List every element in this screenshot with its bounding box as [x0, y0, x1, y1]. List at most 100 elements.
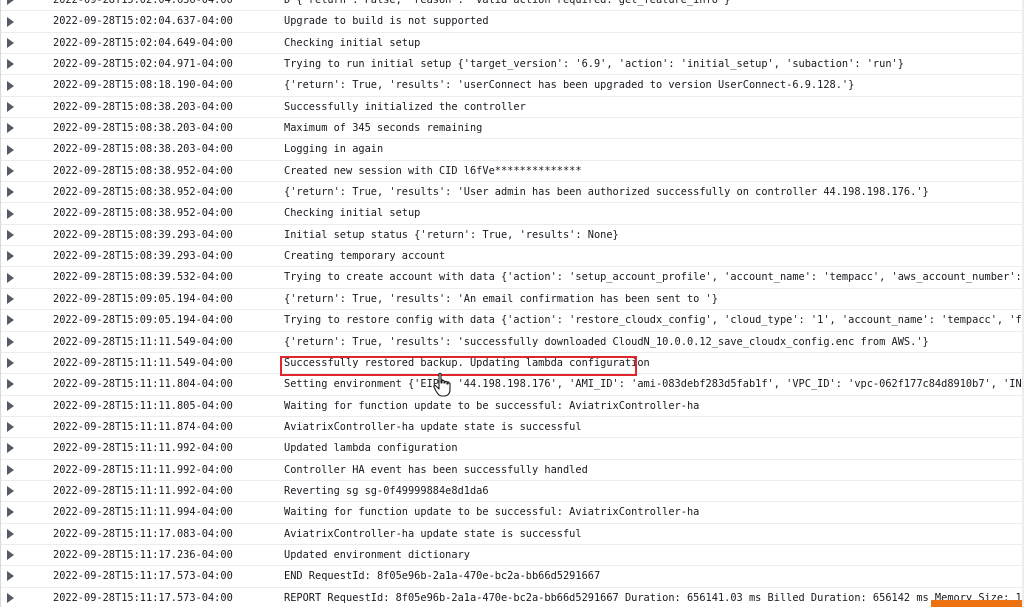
log-timestamp: 2022-09-28T15:11:11.994-04:00	[53, 506, 233, 519]
log-message: Setting environment {'EIP': '44.198.198.…	[284, 378, 1024, 391]
log-timestamp: 2022-09-28T15:11:11.992-04:00	[53, 442, 233, 455]
caret-right-icon[interactable]	[7, 272, 14, 283]
log-event-row[interactable]: 2022-09-28T15:11:11.804-04:00 Setting env…	[1, 374, 1024, 396]
scroll-indicator	[931, 600, 1024, 607]
log-message: {'return': True, 'results': 'successfull…	[284, 335, 929, 348]
caret-right-icon[interactable]	[7, 486, 14, 497]
log-rows: 2022-09-28T15:02:04.636-04:00 D {'return'…	[1, 0, 1024, 607]
log-event-row[interactable]: 2022-09-28T15:02:04.971-04:00 Trying to r…	[1, 54, 1024, 76]
log-message: Successfully restored backup. Updating l…	[284, 356, 650, 369]
log-timestamp: 2022-09-28T15:11:17.573-04:00	[53, 591, 233, 604]
log-timestamp: 2022-09-28T15:08:39.293-04:00	[53, 250, 233, 263]
log-timestamp: 2022-09-28T15:02:04.971-04:00	[53, 58, 233, 71]
log-timestamp: 2022-09-28T15:11:17.083-04:00	[53, 527, 233, 540]
caret-right-icon[interactable]	[7, 379, 14, 390]
log-event-row[interactable]: 2022-09-28T15:08:39.293-04:00 Initial set…	[1, 225, 1024, 247]
caret-right-icon[interactable]	[7, 59, 14, 70]
log-event-row[interactable]: 2022-09-28T15:11:11.994-04:00 Waiting for…	[1, 502, 1024, 524]
log-event-row[interactable]: 2022-09-28T15:11:17.573-04:00 REPORT Requ…	[1, 588, 1024, 607]
log-message: Updated environment dictionary	[284, 548, 470, 561]
caret-right-icon[interactable]	[7, 571, 14, 582]
log-event-row[interactable]: 2022-09-28T15:11:11.874-04:00 AviatrixCon…	[1, 417, 1024, 439]
caret-right-icon[interactable]	[7, 528, 14, 539]
caret-right-icon[interactable]	[7, 400, 14, 411]
caret-right-icon[interactable]	[7, 123, 14, 134]
caret-right-icon[interactable]	[7, 507, 14, 518]
log-event-row[interactable]: 2022-09-28T15:08:38.203-04:00 Logging in …	[1, 139, 1024, 161]
log-timestamp: 2022-09-28T15:08:38.203-04:00	[53, 122, 233, 135]
log-timestamp: 2022-09-28T15:11:17.573-04:00	[53, 570, 233, 583]
log-event-row[interactable]: 2022-09-28T15:08:38.952-04:00 Created new…	[1, 161, 1024, 183]
caret-right-icon[interactable]	[7, 443, 14, 454]
log-event-row[interactable]: 2022-09-28T15:11:11.992-04:00 Updated lam…	[1, 438, 1024, 460]
log-event-row[interactable]: 2022-09-28T15:08:38.952-04:00 {'return': …	[1, 182, 1024, 204]
log-message: END RequestId: 8f05e96b-2a1a-470e-bc2a-b…	[284, 570, 601, 583]
log-event-row[interactable]: 2022-09-28T15:11:11.549-04:00 {'return': …	[1, 332, 1024, 353]
log-timestamp: 2022-09-28T15:08:38.952-04:00	[53, 207, 233, 220]
log-event-row[interactable]: 2022-09-28T15:08:38.203-04:00 Successfull…	[1, 97, 1024, 119]
log-event-row[interactable]: 2022-09-28T15:11:11.992-04:00 Controller …	[1, 460, 1024, 481]
log-timestamp: 2022-09-28T15:08:38.203-04:00	[53, 143, 233, 156]
log-event-row[interactable]: 2022-09-28T15:08:38.952-04:00 Checking in…	[1, 203, 1024, 225]
caret-right-icon[interactable]	[7, 315, 14, 326]
log-event-row[interactable]: 2022-09-28T15:08:39.293-04:00 Creating te…	[1, 246, 1024, 268]
log-timestamp: 2022-09-28T15:02:04.636-04:00	[53, 0, 233, 6]
caret-right-icon[interactable]	[7, 80, 14, 91]
log-timestamp: 2022-09-28T15:09:05.194-04:00	[53, 314, 233, 327]
log-message: Creating temporary account	[284, 250, 446, 263]
log-message: Created new session with CID l6fVe******…	[284, 164, 582, 177]
log-message: AviatrixController-ha update state is su…	[284, 527, 582, 540]
caret-right-icon[interactable]	[7, 251, 14, 262]
log-timestamp: 2022-09-28T15:11:11.549-04:00	[53, 335, 233, 348]
log-message: {'return': True, 'results': 'User admin …	[284, 186, 929, 199]
log-message: Upgrade to build is not supported	[284, 15, 489, 28]
log-event-row[interactable]: 2022-09-28T15:11:17.236-04:00 Updated env…	[1, 545, 1024, 567]
log-event-row[interactable]: 2022-09-28T15:11:17.083-04:00 AviatrixCon…	[1, 524, 1024, 545]
caret-right-icon[interactable]	[7, 144, 14, 155]
caret-right-icon[interactable]	[7, 229, 14, 240]
caret-right-icon[interactable]	[7, 550, 14, 561]
caret-right-icon[interactable]	[7, 101, 14, 112]
caret-right-icon[interactable]	[7, 293, 14, 304]
log-message: AviatrixController-ha update state is su…	[284, 420, 582, 433]
log-message: Waiting for function update to be succes…	[284, 506, 700, 519]
log-event-row[interactable]: 2022-09-28T15:11:11.805-04:00 Waiting for…	[1, 396, 1024, 417]
log-event-row[interactable]: 2022-09-28T15:11:17.573-04:00 END Request…	[1, 566, 1024, 588]
log-event-row[interactable]: 2022-09-28T15:08:39.532-04:00 Trying to c…	[1, 267, 1024, 289]
log-event-row[interactable]: 2022-09-28T15:08:38.203-04:00 Maximum of …	[1, 118, 1024, 140]
log-event-row[interactable]: 2022-09-28T15:08:18.190-04:00 {'return': …	[1, 75, 1024, 97]
caret-right-icon[interactable]	[7, 37, 14, 48]
log-event-row[interactable]: 2022-09-28T15:02:04.637-04:00 Upgrade to …	[1, 11, 1024, 33]
log-event-row[interactable]: 2022-09-28T15:02:04.649-04:00 Checking in…	[1, 33, 1024, 55]
log-message: Maximum of 345 seconds remaining	[284, 122, 483, 135]
caret-right-icon[interactable]	[7, 0, 14, 6]
caret-right-icon[interactable]	[7, 422, 14, 433]
log-timestamp: 2022-09-28T15:11:11.992-04:00	[53, 463, 233, 476]
caret-right-icon[interactable]	[7, 16, 14, 27]
log-timestamp: 2022-09-28T15:11:11.874-04:00	[53, 420, 233, 433]
caret-right-icon[interactable]	[7, 592, 14, 603]
caret-right-icon[interactable]	[7, 187, 14, 198]
log-timestamp: 2022-09-28T15:11:11.805-04:00	[53, 399, 233, 412]
log-message: {'return': True, 'results': 'An email co…	[284, 292, 718, 305]
caret-right-icon[interactable]	[7, 358, 14, 369]
caret-right-icon[interactable]	[7, 208, 14, 219]
log-message: Updated lambda configuration	[284, 442, 458, 455]
log-event-row[interactable]: 2022-09-28T15:11:11.549-04:00 Successfull…	[1, 353, 1024, 375]
log-event-row[interactable]: 2022-09-28T15:02:04.636-04:00 D {'return'…	[1, 0, 1024, 12]
log-message: REPORT RequestId: 8f05e96b-2a1a-470e-bc2…	[284, 591, 1024, 604]
caret-right-icon[interactable]	[7, 336, 14, 347]
caret-right-icon[interactable]	[7, 464, 14, 475]
log-event-row[interactable]: 2022-09-28T15:09:05.194-04:00 {'return': …	[1, 289, 1024, 311]
caret-right-icon[interactable]	[7, 165, 14, 176]
log-timestamp: 2022-09-28T15:11:17.236-04:00	[53, 548, 233, 561]
log-message: Trying to restore config with data {'act…	[284, 314, 1024, 327]
log-event-row[interactable]: 2022-09-28T15:11:11.992-04:00 Reverting s…	[1, 481, 1024, 503]
log-timestamp: 2022-09-28T15:09:05.194-04:00	[53, 292, 233, 305]
log-message: Logging in again	[284, 143, 384, 156]
log-message: {'return': True, 'results': 'userConnect…	[284, 79, 855, 92]
log-message: Checking initial setup	[284, 207, 421, 220]
log-event-row[interactable]: 2022-09-28T15:09:05.194-04:00 Trying to r…	[1, 310, 1024, 332]
log-timestamp: 2022-09-28T15:08:39.293-04:00	[53, 228, 233, 241]
log-timestamp: 2022-09-28T15:08:39.532-04:00	[53, 271, 233, 284]
